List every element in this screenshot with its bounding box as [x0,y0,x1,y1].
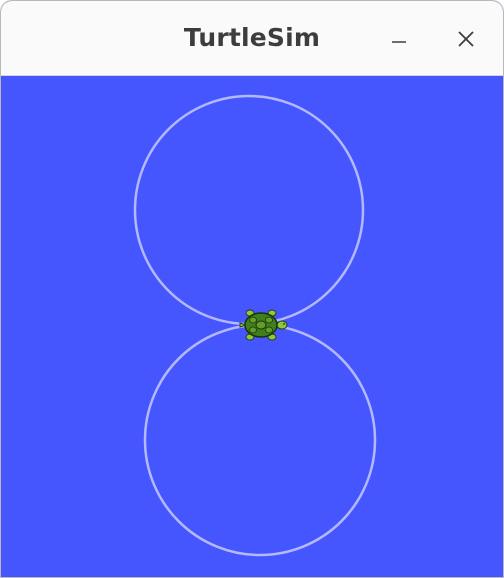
close-icon [458,31,474,47]
minimize-button[interactable] [381,21,417,57]
minimize-icon [392,41,406,43]
title-bar[interactable]: TurtleSim [1,1,503,76]
close-button[interactable] [448,21,484,57]
turtle-icon [239,309,288,341]
lower-pen-trail [143,323,377,557]
turtle-canvas [1,76,503,577]
drawing-surface [133,94,377,557]
upper-pen-trail [133,94,365,326]
window-title: TurtleSim [183,23,321,52]
turtlesim-window: TurtleSim [0,0,504,578]
